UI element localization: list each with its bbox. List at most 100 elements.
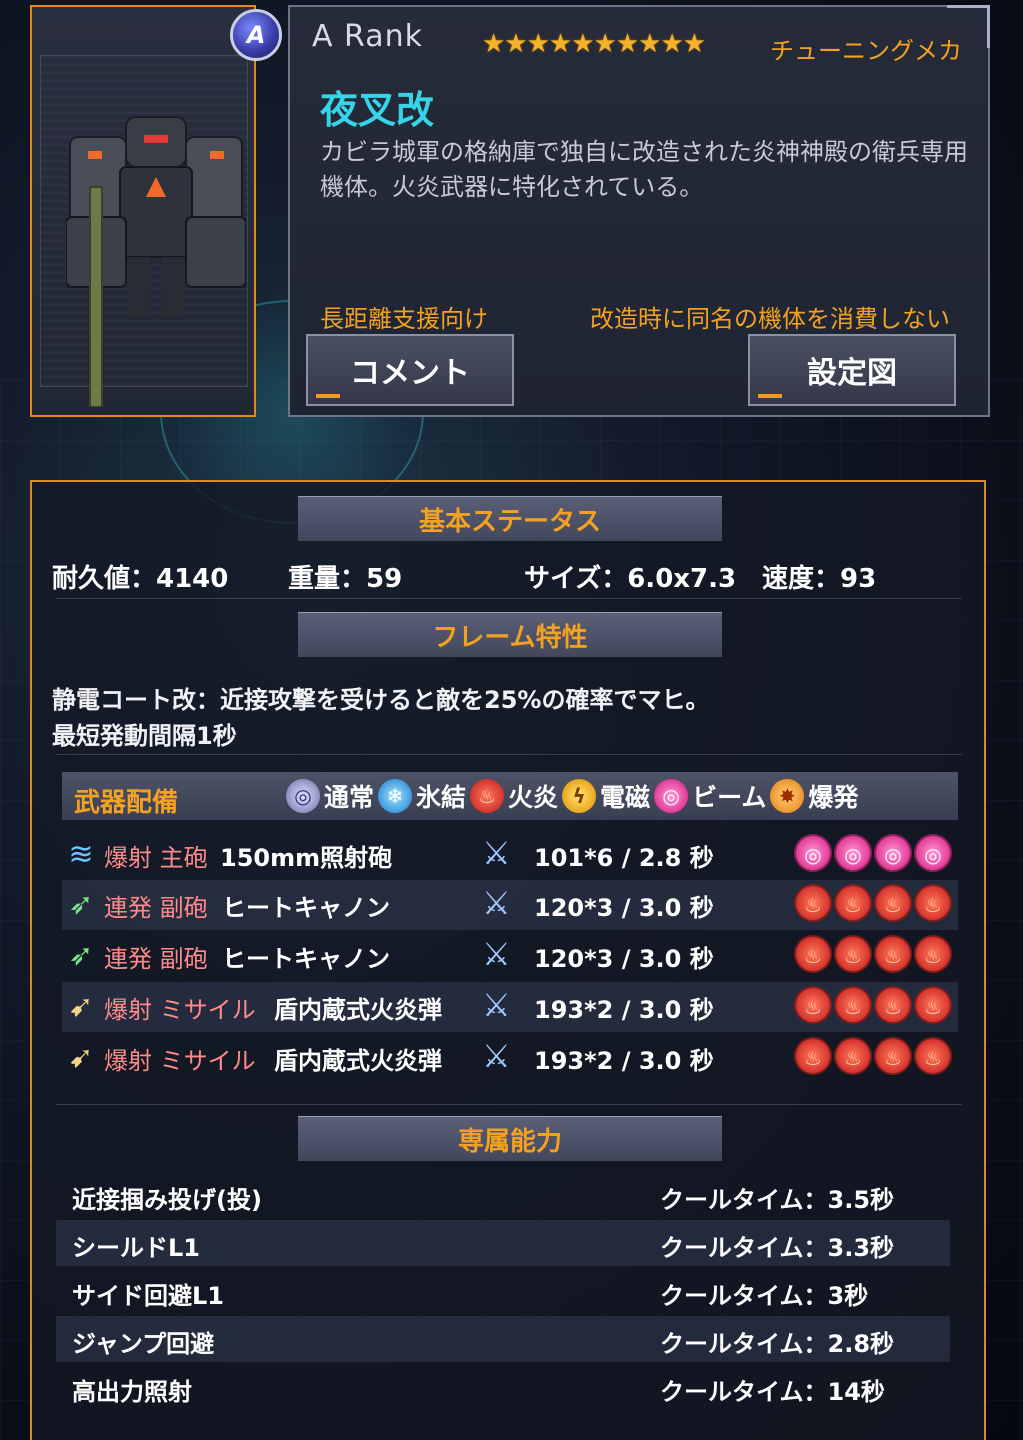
- fire-slot-icon: ♨: [834, 935, 872, 973]
- sword-icon: ⚔: [482, 1037, 511, 1075]
- fire-slot-icon: ♨: [834, 884, 872, 922]
- ability-name: 近接掴み投げ(投): [72, 1186, 262, 1214]
- stat-speed: 速度：93: [762, 564, 877, 594]
- weapon-name: 盾内蔵式火炎弾: [274, 1047, 442, 1075]
- weapon-name: ヒートキャノン: [222, 894, 390, 922]
- fire-slot-icon: ♨: [794, 986, 832, 1024]
- exclusive-ability-heading: 専属能力: [298, 1116, 722, 1161]
- ability-name: 高出力照射: [72, 1378, 192, 1406]
- fire-slot-icon: ♨: [874, 884, 912, 922]
- weapon-category: 爆射 主砲: [104, 844, 208, 872]
- mech-description: カビラ城軍の格納庫で独自に改造された炎神神殿の衛兵専用機体。火炎武器に特化されて…: [320, 138, 968, 201]
- legend-normal: 通常: [324, 783, 375, 812]
- frame-trait-line1: 静電コート改：近接攻撃を受けると敵を25%の確率でマヒ。: [52, 686, 710, 714]
- ability-cooldown: クールタイム：3.3秒: [660, 1234, 895, 1262]
- weapon-damage: 101*6 / 2.8 秒: [534, 844, 714, 872]
- frame-trait-line2: 最短発動間隔1秒: [52, 722, 237, 750]
- weapon-row[interactable]: ➶ 連発 副砲 ヒートキャノン ⚔ 120*3 / 3.0 秒 ♨ ♨ ♨ ♨: [62, 880, 958, 930]
- upgrade-note-tag: 改造時に同名の機体を消費しない: [590, 305, 950, 333]
- element-slots: ♨ ♨ ♨ ♨: [794, 935, 952, 973]
- weapon-category: 連発 副砲: [104, 894, 208, 922]
- rank-badge-icon: A: [230, 9, 282, 61]
- ability-row[interactable]: ジャンプ回避 クールタイム：2.8秒: [56, 1316, 950, 1362]
- normal-element-icon: ◎: [286, 779, 320, 813]
- ability-cooldown: クールタイム：3.5秒: [660, 1186, 895, 1214]
- mech-info-panel: A Rank ★★★★★★★★★★ チューニングメカ 夜叉改 カビラ城軍の格納庫…: [288, 5, 990, 417]
- fire-element-icon: ♨: [470, 779, 505, 813]
- ability-row[interactable]: シールドL1 クールタイム：3.3秒: [56, 1220, 950, 1266]
- weapon-category: 爆射 ミサイル: [104, 996, 256, 1024]
- weapon-header: 武器配備 ◎ 通常 ❄ 氷結 ♨ 火炎 ϟ 電磁 ◎ ビーム ✸ 爆発: [62, 772, 958, 820]
- ability-row[interactable]: サイド回避L1 クールタイム：3秒: [56, 1268, 950, 1314]
- mech-name: 夜叉改: [320, 88, 435, 132]
- missile-icon: ➹: [68, 1040, 94, 1075]
- weapon-heading: 武器配備: [74, 788, 179, 818]
- fire-slot-icon: ♨: [914, 935, 952, 973]
- weapon-category: 連発 副砲: [104, 945, 208, 973]
- blast-element-icon: ✸: [770, 779, 805, 813]
- legend-ice: 氷結: [416, 783, 467, 812]
- divider: [56, 598, 962, 599]
- star-rating: ★★★★★★★★★★: [482, 29, 706, 59]
- fire-slot-icon: ♨: [794, 935, 832, 973]
- element-slots: ♨ ♨ ♨ ♨: [794, 986, 952, 1024]
- weapon-row[interactable]: ➶ 連発 副砲 ヒートキャノン ⚔ 120*3 / 3.0 秒 ♨ ♨ ♨ ♨: [62, 931, 958, 981]
- weapon-category: 爆射 ミサイル: [104, 1047, 256, 1075]
- ability-name: ジャンプ回避: [72, 1330, 215, 1358]
- ability-name: サイド回避L1: [72, 1282, 224, 1310]
- mech-type-label: チューニングメカ: [770, 37, 962, 65]
- design-drawing-button[interactable]: 設定図: [748, 334, 956, 406]
- stats-panel: 基本ステータス 耐久値：4140 重量：59 サイズ：6.0x7.3 速度：93…: [30, 480, 986, 1440]
- weapon-row[interactable]: ≋ 爆射 主砲 150mm照射砲 ⚔ 101*6 / 2.8 秒 ◎ ◎ ◎ ◎: [62, 830, 958, 880]
- legend-fire: 火炎: [508, 783, 559, 812]
- comment-button[interactable]: コメント: [306, 334, 514, 406]
- frame-trait-text: 静電コート改：近接攻撃を受けると敵を25%の確率でマヒ。 最短発動間隔1秒: [52, 682, 952, 754]
- weapon-damage: 193*2 / 3.0 秒: [534, 1047, 714, 1075]
- legend-beam: ビーム: [692, 783, 767, 812]
- sword-icon: ⚔: [482, 884, 511, 922]
- beam-slot-icon: ◎: [794, 834, 832, 872]
- element-slots: ♨ ♨ ♨ ♨: [794, 884, 952, 922]
- beam-element-icon: ◎: [654, 779, 689, 813]
- fire-slot-icon: ♨: [834, 1037, 872, 1075]
- fire-slot-icon: ♨: [914, 986, 952, 1024]
- weapon-damage: 120*3 / 3.0 秒: [534, 945, 714, 973]
- mech-portrait-card: A: [30, 5, 282, 417]
- sword-icon: ⚔: [482, 986, 511, 1024]
- ability-row[interactable]: 高出力照射 クールタイム：14秒: [56, 1364, 950, 1410]
- electric-element-icon: ϟ: [562, 779, 597, 813]
- weapon-name: 150mm照射砲: [220, 844, 393, 872]
- missile-icon: ➹: [68, 989, 94, 1024]
- cannon-icon: ➶: [68, 938, 94, 973]
- ability-cooldown: クールタイム：14秒: [660, 1378, 885, 1406]
- stat-weight: 重量：59: [288, 564, 403, 594]
- sword-icon: ⚔: [482, 935, 511, 973]
- fire-slot-icon: ♨: [914, 1037, 952, 1075]
- stat-size: サイズ：6.0x7.3: [524, 564, 737, 594]
- basic-status-heading: 基本ステータス: [298, 496, 722, 541]
- cannon-icon: ➶: [68, 887, 94, 922]
- stat-durability: 耐久値：4140: [52, 564, 229, 594]
- fire-slot-icon: ♨: [914, 884, 952, 922]
- fire-slot-icon: ♨: [874, 986, 912, 1024]
- weapon-damage: 193*2 / 3.0 秒: [534, 996, 714, 1024]
- frame-trait-heading: フレーム特性: [298, 612, 722, 657]
- weapon-row[interactable]: ➹ 爆射 ミサイル 盾内蔵式火炎弾 ⚔ 193*2 / 3.0 秒 ♨ ♨ ♨ ♨: [62, 982, 958, 1032]
- ability-row[interactable]: 近接掴み投げ(投) クールタイム：3.5秒: [56, 1172, 950, 1218]
- element-legend: ◎ 通常 ❄ 氷結 ♨ 火炎 ϟ 電磁 ◎ ビーム ✸ 爆発: [286, 778, 858, 814]
- divider: [56, 1104, 962, 1105]
- fire-slot-icon: ♨: [794, 1037, 832, 1075]
- beam-slot-icon: ◎: [874, 834, 912, 872]
- beam-cannon-icon: ≋: [68, 837, 94, 872]
- divider: [56, 754, 962, 755]
- element-slots: ♨ ♨ ♨ ♨: [794, 1037, 952, 1075]
- ability-cooldown: クールタイム：3秒: [660, 1282, 869, 1310]
- weapon-name: 盾内蔵式火炎弾: [274, 996, 442, 1024]
- fire-slot-icon: ♨: [834, 986, 872, 1024]
- role-tag: 長距離支援向け: [320, 305, 488, 333]
- ice-element-icon: ❄: [378, 779, 413, 813]
- rank-title: A Rank: [312, 19, 424, 54]
- element-slots: ◎ ◎ ◎ ◎: [794, 834, 952, 872]
- weapon-row[interactable]: ➹ 爆射 ミサイル 盾内蔵式火炎弾 ⚔ 193*2 / 3.0 秒 ♨ ♨ ♨ ♨: [62, 1033, 958, 1083]
- mech-image: [66, 116, 246, 407]
